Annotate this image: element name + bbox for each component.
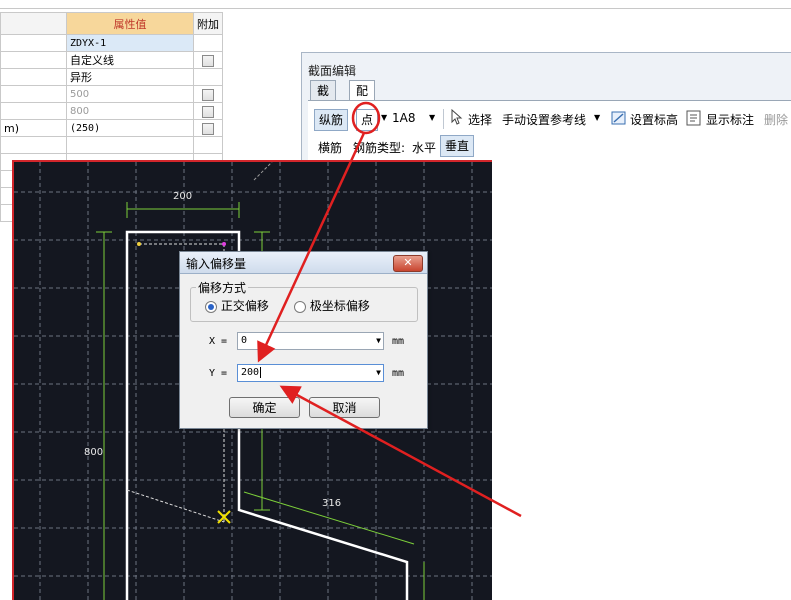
arrow-to-y-input	[257, 132, 366, 363]
annotation-overlay	[257, 101, 522, 518]
highlight-circle	[351, 101, 381, 135]
arrow-to-y-input-2	[279, 385, 522, 518]
